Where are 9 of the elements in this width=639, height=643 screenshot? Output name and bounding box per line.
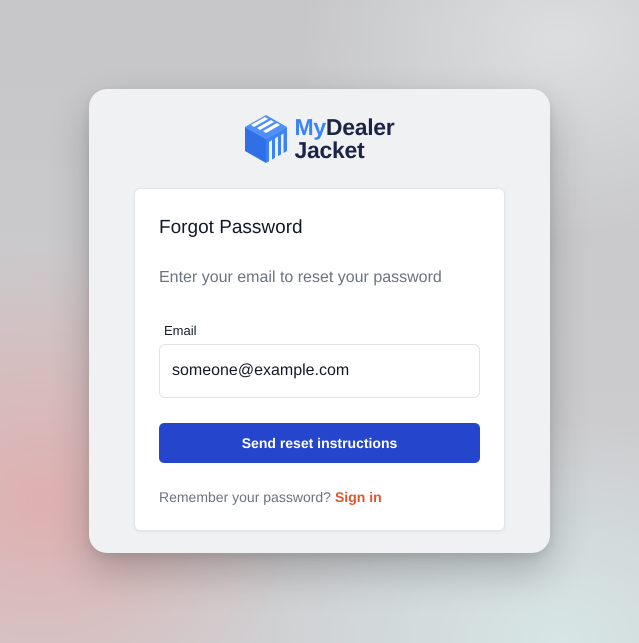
brand-wordmark: MyDealer Jacket bbox=[294, 116, 394, 162]
remember-password-text: Remember your password? bbox=[159, 488, 331, 507]
email-label: Email bbox=[164, 322, 197, 340]
cube-logo-icon bbox=[244, 115, 287, 163]
email-input[interactable]: someone@example.com bbox=[159, 344, 480, 398]
form-title: Forgot Password bbox=[159, 216, 304, 240]
sign-in-link[interactable]: Sign in bbox=[334, 487, 382, 507]
send-reset-button[interactable]: Send reset instructions bbox=[159, 423, 480, 463]
form-subtitle: Enter your email to reset your password bbox=[159, 268, 443, 288]
